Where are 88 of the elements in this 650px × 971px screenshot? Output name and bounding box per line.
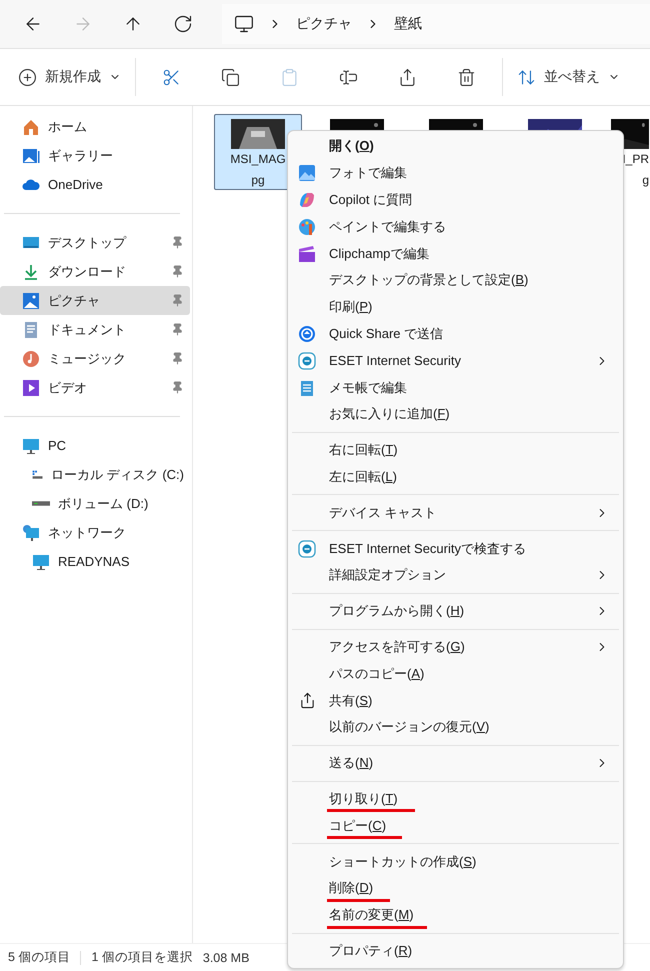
sidebar-item[interactable]: READYNAS	[0, 547, 190, 576]
menu-item[interactable]: 以前のバージョンの復元(V)	[288, 714, 623, 741]
menu-item[interactable]: ショートカットの作成(S)	[288, 848, 623, 875]
sidebar-item[interactable]: ボリューム (D:)	[0, 489, 190, 518]
monitor-icon	[234, 14, 254, 34]
monitor-icon	[32, 552, 50, 570]
menu-item[interactable]: メモ帳で編集	[288, 374, 623, 401]
sidebar-item[interactable]: ピクチャ	[0, 286, 190, 315]
refresh-icon	[173, 14, 193, 34]
menu-item[interactable]: コピー(C)	[288, 812, 623, 840]
house-icon	[22, 118, 40, 136]
menu-item[interactable]: パスのコピー(A)	[288, 660, 623, 688]
sidebar-item[interactable]: ダウンロード	[0, 257, 190, 286]
video-icon	[22, 378, 40, 396]
menu-item[interactable]: アクセスを許可する(G)	[288, 634, 623, 660]
share-icon	[398, 68, 417, 86]
sidebar-item[interactable]: ドキュメント	[0, 315, 190, 344]
menu-item[interactable]: 削除(D)	[288, 874, 623, 902]
sidebar-item[interactable]: ビデオ	[0, 373, 190, 402]
new-button[interactable]: 新規作成	[10, 59, 129, 95]
menu-item[interactable]: ESET Internet Securityで検査する	[288, 535, 623, 562]
eset-shield-icon	[298, 352, 316, 370]
menu-item[interactable]: プログラムから開く(H)	[288, 598, 623, 625]
menu-item[interactable]: 右に回転(T)	[288, 436, 623, 464]
rename-icon	[339, 68, 358, 86]
breadcrumb-item[interactable]: 壁紙	[394, 15, 422, 33]
menu-item[interactable]: Quick Share で送信	[288, 320, 623, 348]
file-name: pg	[251, 172, 265, 189]
file-name: MSI_MAG	[230, 151, 286, 168]
selection-info: 1 個の項目を選択	[91, 949, 193, 966]
notepad-icon	[298, 378, 316, 397]
music-icon	[22, 350, 40, 368]
item-count: 5 個の項目	[8, 949, 70, 966]
menu-item[interactable]: デスクトップの背景として設定(B)	[288, 266, 623, 294]
network-icon	[22, 524, 40, 542]
sort-icon	[517, 68, 536, 86]
sidebar-item[interactable]: ギャラリー	[0, 141, 190, 170]
highlight-underline	[327, 898, 390, 902]
menu-item[interactable]: 切り取り(T)	[288, 786, 623, 812]
cloud-icon	[22, 178, 40, 190]
menu-item[interactable]: デバイス キャスト	[288, 499, 623, 526]
sidebar-item[interactable]: ネットワーク	[0, 518, 190, 547]
plus-icon	[18, 68, 37, 86]
sort-button[interactable]: 並べ替え	[509, 59, 628, 95]
eset-shield-icon	[298, 540, 316, 558]
selection-size: 3.08 MB	[202, 950, 250, 964]
photos-icon	[298, 164, 316, 182]
share-icon	[298, 692, 316, 710]
copy-icon	[221, 68, 240, 86]
download-icon	[22, 262, 40, 280]
breadcrumb-item[interactable]: ピクチャ	[296, 15, 352, 33]
sidebar-item[interactable]: デスクトップ	[0, 228, 190, 257]
pin-icon	[171, 352, 184, 365]
menu-item[interactable]: ペイントで編集する	[288, 213, 623, 240]
menu-item[interactable]: Clipchampで編集	[288, 240, 623, 267]
pin-icon	[171, 265, 184, 278]
gallery-icon	[22, 146, 40, 164]
scissors-icon	[162, 68, 181, 86]
menu-item[interactable]: お気に入りに追加(F)	[288, 400, 623, 428]
drive-icon	[32, 501, 50, 506]
file-name: g	[642, 172, 649, 189]
pin-icon	[171, 236, 184, 249]
menu-item[interactable]: 名前の変更(M)	[288, 902, 623, 929]
menu-item[interactable]: 印刷(P)	[288, 294, 623, 321]
menu-item[interactable]: 左に回転(L)	[288, 464, 623, 490]
sidebar-item[interactable]: OneDrive	[0, 170, 190, 199]
copilot-icon	[298, 190, 316, 209]
quick-share-icon	[298, 324, 316, 343]
menu-item[interactable]: プロパティ(R)	[288, 938, 623, 964]
menu-item[interactable]: 詳細設定オプション	[288, 562, 623, 589]
clapperboard-icon	[298, 244, 316, 263]
paint-palette-icon	[298, 218, 316, 236]
pin-icon	[171, 381, 184, 394]
picture-icon	[22, 292, 40, 310]
clipboard-icon	[280, 68, 299, 86]
sidebar-item[interactable]: ローカル ディスク (C:)	[0, 460, 190, 489]
pin-icon	[171, 294, 184, 307]
menu-item[interactable]: ESET Internet Security	[288, 347, 623, 374]
monitor-icon	[22, 436, 40, 454]
document-icon	[22, 320, 40, 338]
pin-icon	[171, 323, 184, 336]
sidebar-item[interactable]: ミュージック	[0, 344, 190, 373]
menu-item[interactable]: 共有(S)	[288, 687, 623, 714]
trash-icon	[457, 68, 476, 86]
menu-item[interactable]: 送る(N)	[288, 750, 623, 777]
sidebar-item[interactable]: ホーム	[0, 112, 190, 141]
address-bar[interactable]: ピクチャ 壁紙	[222, 4, 650, 44]
sidebar-item[interactable]: PC	[0, 431, 190, 460]
